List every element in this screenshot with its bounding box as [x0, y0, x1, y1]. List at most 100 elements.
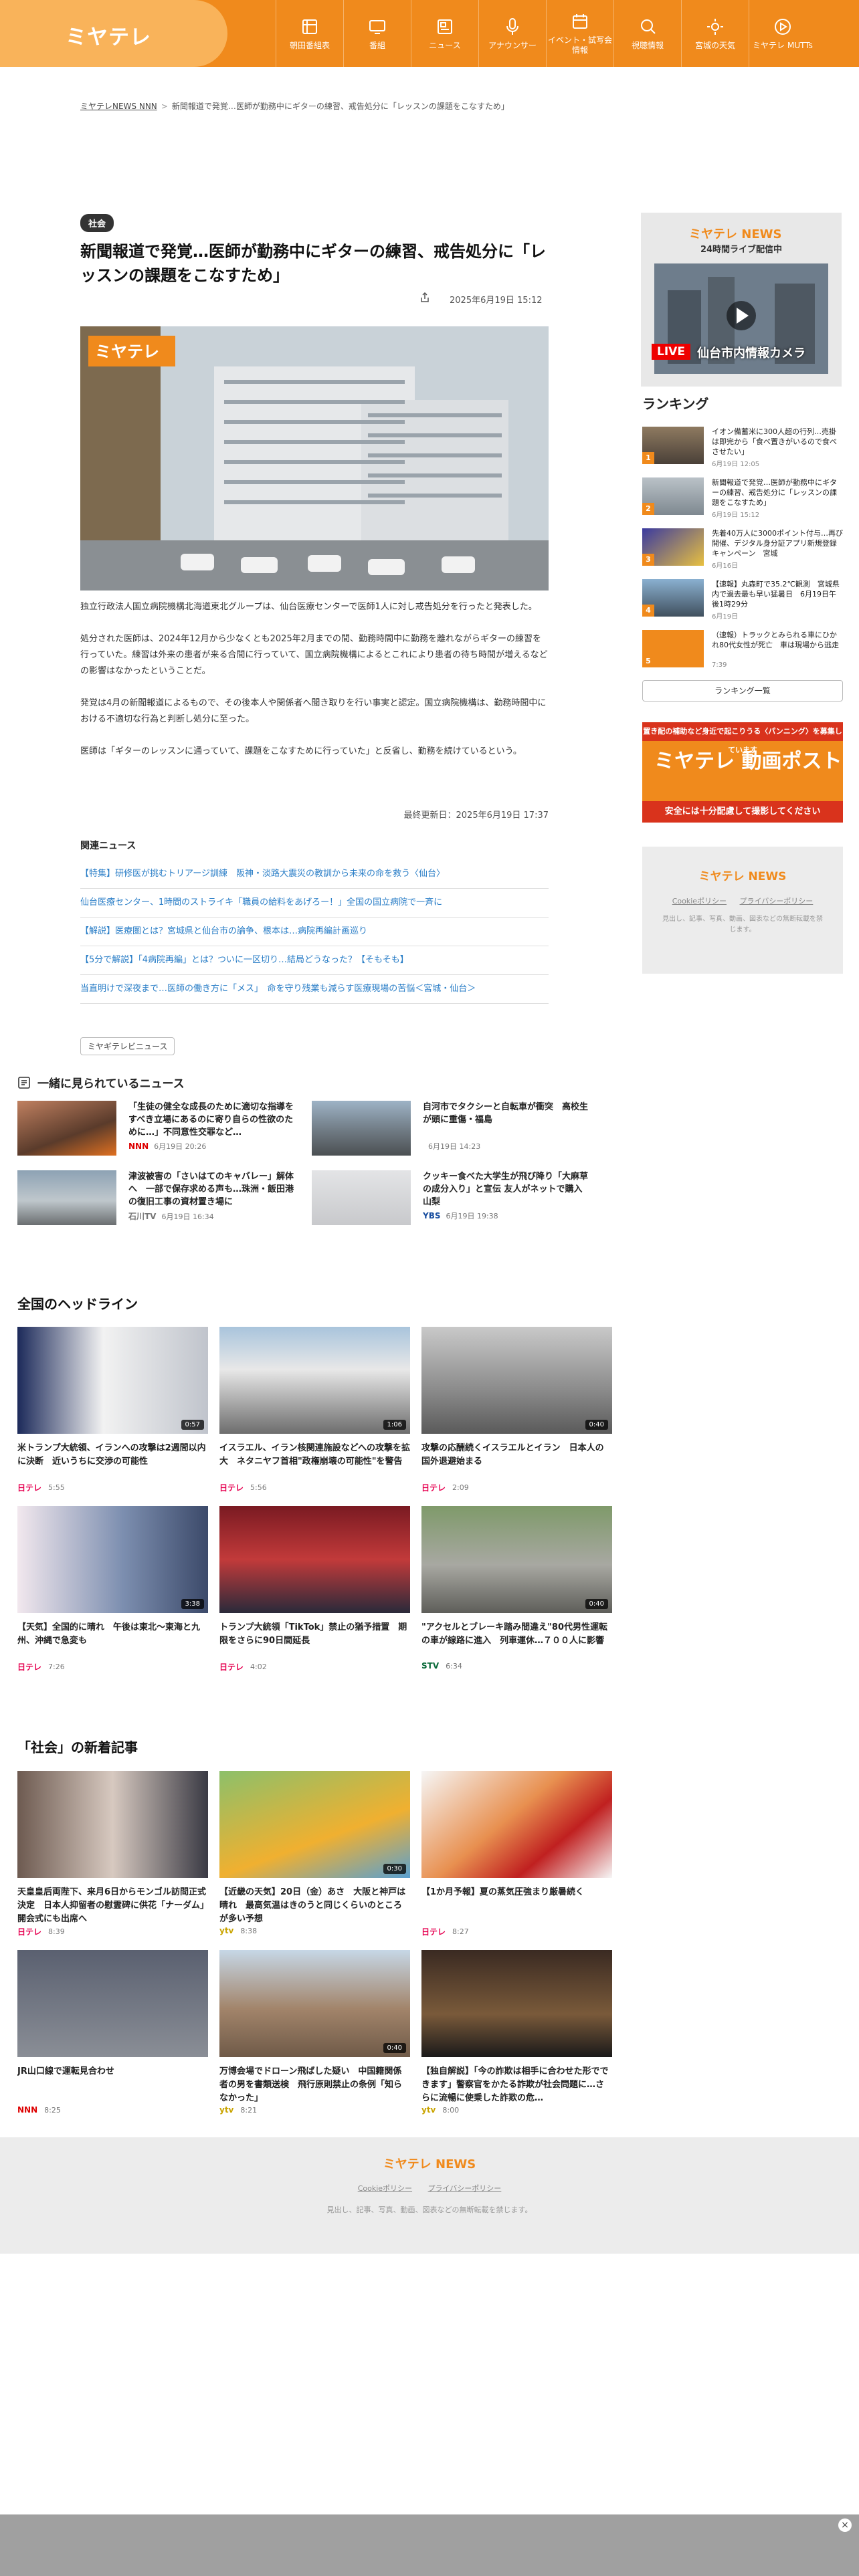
- society-thumb[interactable]: 0:40: [219, 1950, 410, 2057]
- together-card[interactable]: 津波被害の「さいはてのキャバレー」解体へ 一部で保存求める声も…珠洲・飯田港の復…: [17, 1170, 312, 1225]
- together-date: 6月19日 16:34: [161, 1212, 214, 1221]
- ranking-item[interactable]: 5 （速報）トラックとみられる車にひかれ80代女性が死亡 車は現場から逃走 7:3…: [642, 630, 843, 681]
- headline-date: 5:55: [48, 1483, 65, 1492]
- ranking-title[interactable]: イオン備蓄米に300人超の行列…売掛は即完から「食べ置きがいるので食べさせたい」: [712, 427, 843, 457]
- live-stream-widget[interactable]: ミヤテレ NEWS 24時間ライブ配信中 LIVE 仙台市内情報カメラ: [641, 213, 842, 387]
- together-thumb[interactable]: [17, 1101, 116, 1156]
- ranking-thumb[interactable]: 4: [642, 579, 704, 617]
- ranking-thumb[interactable]: 2: [642, 477, 704, 515]
- related-link[interactable]: 【特集】研修医が挑むトリアージ訓練 阪神・淡路大震災の教訓から未来の命を救う〈仙…: [80, 860, 549, 889]
- together-title-text[interactable]: 津波被害の「さいはてのキャバレー」解体へ 一部で保存求める声も…珠洲・飯田港の復…: [128, 1170, 299, 1208]
- society-thumb[interactable]: 0:30: [219, 1771, 410, 1878]
- ranking-item[interactable]: 1 イオン備蓄米に300人超の行列…売掛は即完から「食べ置きがいるので食べさせた…: [642, 427, 843, 477]
- headline-title[interactable]: "アクセルとブレーキ踏み間違え"80代男性運転の車が線路に進入 列車運休…７００…: [421, 1621, 612, 1661]
- ranking-item[interactable]: 4 【速報】丸森町で35.2℃観測 宮城県内で過去最も早い猛暑日 6月19日午後…: [642, 579, 843, 630]
- society-title[interactable]: 【1か月予報】夏の蒸気圧強まり厳暑続く: [421, 1886, 612, 1926]
- headline-thumb[interactable]: 0:40: [421, 1327, 612, 1434]
- ranking-item[interactable]: 2 新聞報道で発覚…医師が勤務中にギターの練習、戒告処分に「レッスンの課題をこな…: [642, 477, 843, 528]
- society-thumb[interactable]: [421, 1771, 612, 1878]
- headline-title[interactable]: トランプ大統領「TikTok」禁止の猶予措置 期限をさらに90日間延長: [219, 1621, 410, 1661]
- ranking-title[interactable]: 【速報】丸森町で35.2℃観測 宮城県内で過去最も早い猛暑日 6月19日午後1時…: [712, 579, 843, 609]
- together-thumb[interactable]: [312, 1170, 411, 1225]
- nav-announcers[interactable]: アナウンサー: [478, 0, 546, 67]
- ranking-title[interactable]: 先着40万人に3000ポイント付与…再び開催、デジタル身分証アプリ新規登録キャン…: [712, 528, 843, 558]
- together-thumb[interactable]: [17, 1170, 116, 1225]
- headline-card[interactable]: トランプ大統領「TikTok」禁止の猶予措置 期限をさらに90日間延長 日テレ 4…: [219, 1506, 410, 1685]
- ranking-title[interactable]: 新聞報道で発覚…医師が勤務中にギターの練習、戒告処分に「レッスンの課題をこなすた…: [712, 477, 843, 508]
- headline-title[interactable]: 【天気】全国的に晴れ 午後は東北～東海と九州、沖縄で急変も: [17, 1621, 208, 1661]
- headline-title[interactable]: イスラエル、イラン核関連施設などへの攻撃を拡大 ネタニヤフ首相"政権崩壊の可能性…: [219, 1442, 410, 1482]
- ranking-item[interactable]: 3 先着40万人に3000ポイント付与…再び開催、デジタル身分証アプリ新規登録キ…: [642, 528, 843, 579]
- nav-mutts[interactable]: ミヤテレ MUTTs: [749, 0, 816, 67]
- ranking-more-button[interactable]: ランキング一覧: [642, 680, 843, 702]
- privacy-policy-link[interactable]: プライバシーポリシー: [428, 2184, 502, 2193]
- headline-card[interactable]: 3:38 【天気】全国的に晴れ 午後は東北～東海と九州、沖縄で急変も 日テレ 7:…: [17, 1506, 208, 1685]
- together-card[interactable]: 「生徒の健全な成長のために適切な指導をすべき立場にあるのに寄り自らの性欲のために…: [17, 1101, 312, 1156]
- headline-title[interactable]: 攻撃の応酬続くイスラエルとイラン 日本人の国外退避始まる: [421, 1442, 612, 1482]
- ranking-thumb[interactable]: 5: [642, 630, 704, 667]
- cookie-policy-link[interactable]: Cookieポリシー: [358, 2184, 412, 2193]
- close-icon[interactable]: ×: [838, 2518, 852, 2532]
- society-card[interactable]: 【1か月予報】夏の蒸気圧強まり厳暑続く 日テレ 8:27: [421, 1771, 612, 1950]
- ranking-thumb[interactable]: 1: [642, 427, 704, 464]
- ranking-title[interactable]: （速報）トラックとみられる車にひかれ80代女性が死亡 車は現場から逃走: [712, 630, 843, 660]
- together-title-text[interactable]: 「生徒の健全な成長のために適切な指導をすべき立場にあるのに寄り自らの性欲のために…: [128, 1101, 299, 1139]
- society-card[interactable]: 【独自解説】「今の詐欺は相手に合わせた形でできます」警察官をかたる詐欺が社会問題…: [421, 1950, 612, 2129]
- nav-weather[interactable]: 宮城の天気: [681, 0, 749, 67]
- related-link[interactable]: 【解説】医療圏とは？宮城県と仙台市の論争、根本は…病院再編計画巡り: [80, 918, 549, 946]
- video-duration: 0:40: [383, 2043, 406, 2053]
- society-title[interactable]: 万博会場でドローン飛ばした疑い 中国籍関係者の男を書類送検 飛行原則禁止の条例「…: [219, 2065, 410, 2105]
- society-thumb[interactable]: [17, 1950, 208, 2057]
- nav-programs[interactable]: 番組: [343, 0, 411, 67]
- category-badge[interactable]: 社会: [80, 214, 114, 232]
- headline-thumb[interactable]: 3:38: [17, 1506, 208, 1613]
- together-card[interactable]: 自河市でタクシーと自転車が衝突 高校生が頭に重傷・福島 6月19日 14:23: [312, 1101, 606, 1156]
- headline-thumb[interactable]: 0:57: [17, 1327, 208, 1434]
- source-tag[interactable]: ミヤギテレビニュース: [80, 1037, 175, 1055]
- together-meta: 石川TV 6月19日 16:34: [128, 1210, 299, 1222]
- sidebar-footer-logo[interactable]: ミヤテレ NEWS: [642, 867, 843, 883]
- headline-card[interactable]: 1:06 イスラエル、イラン核関連施設などへの攻撃を拡大 ネタニヤフ首相"政権崩…: [219, 1327, 410, 1506]
- headline-title[interactable]: 米トランプ大統領、イランへの攻撃は2週間以内に決断 近いうちに交渉の可能性: [17, 1442, 208, 1482]
- cookie-policy-link[interactable]: Cookieポリシー: [672, 897, 727, 905]
- headline-thumb[interactable]: 0:40: [421, 1506, 612, 1613]
- nav-tv-guide[interactable]: 朝田番組表: [276, 0, 343, 67]
- society-title[interactable]: 天皇皇后両陛下、来月6日からモンゴル訪問正式決定 日本人抑留者の慰霊碑に供花「ナ…: [17, 1886, 208, 1926]
- headline-card[interactable]: 0:40 攻撃の応酬続くイスラエルとイラン 日本人の国外退避始まる 日テレ 2:0…: [421, 1327, 612, 1506]
- society-thumb[interactable]: [421, 1950, 612, 2057]
- ranking-thumb[interactable]: 3: [642, 528, 704, 566]
- footer-logo[interactable]: ミヤテレ NEWS: [0, 2155, 859, 2172]
- nav-viewer-info[interactable]: 視聴情報: [613, 0, 681, 67]
- related-link[interactable]: 当直明けで深夜まで…医師の働き方に「メス」 命を守り残業も減らす医療現場の苦悩＜…: [80, 975, 549, 1004]
- nav-news[interactable]: ニュース: [411, 0, 478, 67]
- privacy-policy-link[interactable]: プライバシーポリシー: [740, 897, 814, 905]
- society-card[interactable]: 0:40 万博会場でドローン飛ばした疑い 中国籍関係者の男を書類送検 飛行原則禁…: [219, 1950, 410, 2129]
- together-thumb[interactable]: [312, 1101, 411, 1156]
- headline-card[interactable]: 0:40 "アクセルとブレーキ踏み間違え"80代男性運転の車が線路に進入 列車運…: [421, 1506, 612, 1685]
- society-title[interactable]: 【独自解説】「今の詐欺は相手に合わせた形でできます」警察官をかたる詐欺が社会問題…: [421, 2065, 612, 2105]
- nav-events[interactable]: イベント・試写会情報: [546, 0, 613, 67]
- headline-thumb[interactable]: [219, 1506, 410, 1613]
- society-title[interactable]: JR山口線で運転見合わせ: [17, 2065, 208, 2105]
- together-title-text[interactable]: クッキー食べた大学生が飛び降り「大麻草の成分入り」と宣伝 友人がネットで購入 山…: [423, 1170, 593, 1208]
- related-link[interactable]: 仙台医療センター、1時間のストライキ「職員の給料をあげろー！」全国の国立病院で一…: [80, 889, 549, 918]
- rank-number: 2: [642, 503, 654, 515]
- society-thumb[interactable]: [17, 1771, 208, 1878]
- together-card[interactable]: クッキー食べた大学生が飛び降り「大麻草の成分入り」と宣伝 友人がネットで購入 山…: [312, 1170, 606, 1225]
- headline-thumb[interactable]: 1:06: [219, 1327, 410, 1434]
- headline-card[interactable]: 0:57 米トランプ大統領、イランへの攻撃は2週間以内に決断 近いうちに交渉の可…: [17, 1327, 208, 1506]
- share-icon[interactable]: [419, 292, 431, 304]
- logo-area[interactable]: ミヤテレ: [0, 0, 227, 67]
- society-card[interactable]: JR山口線で運転見合わせ NNN 8:25: [17, 1950, 208, 2129]
- video-duration: 0:57: [181, 1420, 204, 1430]
- related-link[interactable]: 【5分で解説】「4病院再編」とは？ついに一区切り…結局どうなった？【そもそも】: [80, 946, 549, 975]
- video-post-banner[interactable]: 置き配の補助など身近で起こりうる〈パンニング〉を募集しています ミヤテレ 動画ポ…: [642, 722, 843, 823]
- nav-label: ミヤテレ MUTTs: [753, 40, 813, 50]
- site-logo[interactable]: ミヤテレ: [66, 20, 151, 50]
- together-title-text[interactable]: 自河市でタクシーと自転車が衝突 高校生が頭に重傷・福島: [423, 1101, 593, 1139]
- society-card[interactable]: 天皇皇后両陛下、来月6日からモンゴル訪問正式決定 日本人抑留者の慰霊碑に供花「ナ…: [17, 1771, 208, 1950]
- breadcrumb-home[interactable]: ミヤテレNEWS NNN: [80, 102, 157, 111]
- society-card[interactable]: 0:30 【近畿の天気】20日（金）あさ 大阪と神戸は晴れ 最高気温はきのうと同…: [219, 1771, 410, 1950]
- society-title[interactable]: 【近畿の天気】20日（金）あさ 大阪と神戸は晴れ 最高気温はきのうと同じくらいの…: [219, 1886, 410, 1926]
- nav-label: イベント・試写会情報: [547, 35, 612, 55]
